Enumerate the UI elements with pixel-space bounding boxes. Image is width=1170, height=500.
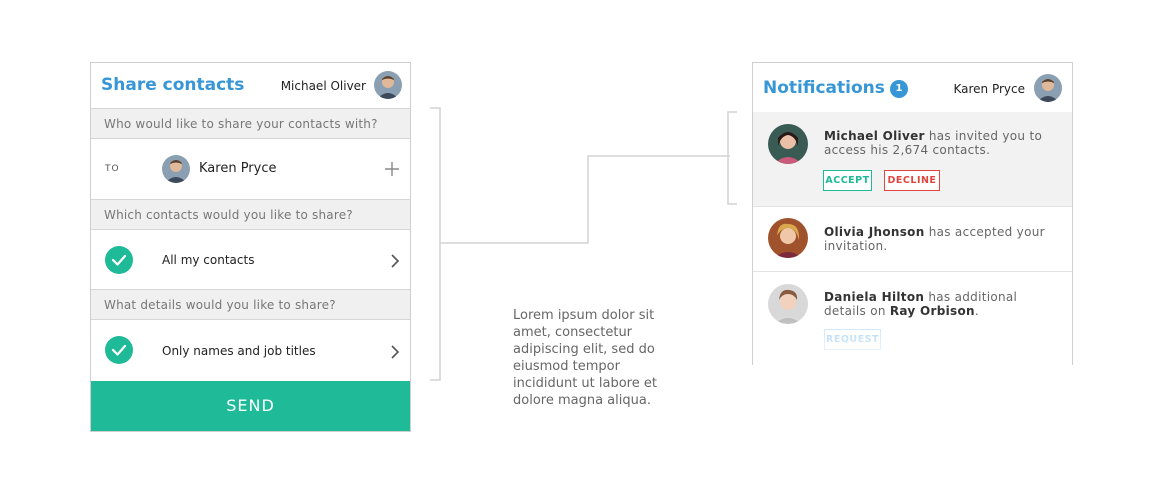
description-text: Lorem ipsum dolor sit amet, consectetur … <box>513 308 657 408</box>
notification-item: Olivia Jhonson has accepted your invitat… <box>753 207 1072 272</box>
notification-message: Daniela Hilton has additional details on… <box>824 290 1018 318</box>
notification-message: Michael Oliver has invited you to access… <box>824 129 1043 157</box>
sender-name: Michael Oliver <box>824 129 925 143</box>
notifications-panel: Notifications 1 Karen Pryce Michael Oliv… <box>752 62 1073 365</box>
sender-name: Daniela Hilton <box>824 290 925 304</box>
notification-item: Daniela Hilton has additional details on… <box>753 272 1072 365</box>
header-user-name: Karen Pryce <box>953 82 1025 96</box>
sender-avatar <box>768 284 808 324</box>
notifications-title: Notifications <box>763 78 885 98</box>
contact-name: Ray Orbison <box>889 304 975 318</box>
notification-count-badge: 1 <box>890 80 908 98</box>
sender-name: Olivia Jhonson <box>824 225 925 239</box>
decline-button[interactable]: DECLINE <box>884 170 940 191</box>
notifications-header: Notifications 1 Karen Pryce <box>753 63 1072 113</box>
notification-item: Michael Oliver has invited you to access… <box>753 112 1072 207</box>
sender-avatar <box>768 124 808 164</box>
notification-message: Olivia Jhonson has accepted your invitat… <box>824 225 1045 253</box>
accept-button[interactable]: ACCEPT <box>823 170 872 191</box>
request-button[interactable]: REQUEST <box>824 329 881 350</box>
user-avatar[interactable] <box>1034 74 1062 102</box>
sender-avatar <box>768 218 808 258</box>
